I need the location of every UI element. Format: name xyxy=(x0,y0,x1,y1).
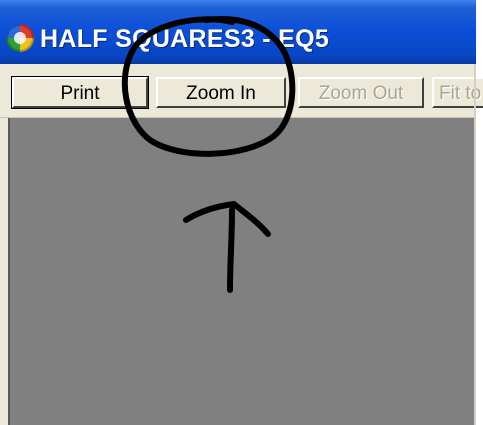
window-title: HALF SQUARES3 - EQ5 xyxy=(40,25,330,53)
app-window: HALF SQUARES3 - EQ5 Print Zoom In Zoom O… xyxy=(0,0,483,425)
toolbar: Print Zoom In Zoom Out Fit to xyxy=(0,64,483,118)
print-button[interactable]: Print xyxy=(11,76,149,109)
zoom-out-button: Zoom Out xyxy=(298,77,424,108)
app-logo-icon[interactable] xyxy=(6,24,34,52)
window-border xyxy=(474,64,476,425)
zoom-in-button[interactable]: Zoom In xyxy=(156,77,286,108)
title-bar[interactable]: HALF SQUARES3 - EQ5 xyxy=(0,0,476,64)
drawing-canvas[interactable] xyxy=(8,118,476,425)
